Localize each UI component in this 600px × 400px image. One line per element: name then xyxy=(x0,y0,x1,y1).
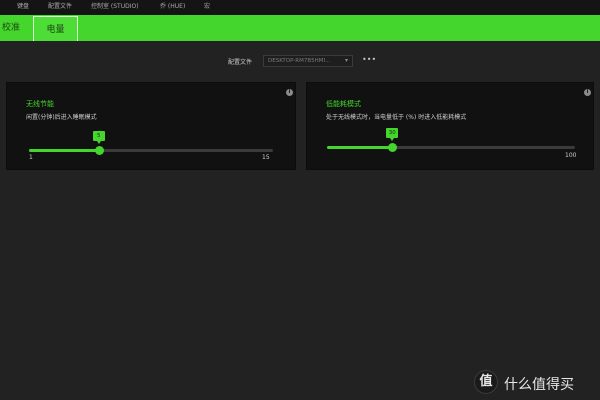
tab-power[interactable]: 电量 xyxy=(33,16,78,41)
slider-max-label: 100 xyxy=(565,152,577,159)
nav-item-studio[interactable]: 控制室 (STUDIO) xyxy=(91,2,139,12)
more-options-button[interactable]: ••• xyxy=(362,56,376,64)
chevron-down-icon: ▾ xyxy=(344,57,348,64)
tab-calibration[interactable]: 校准 xyxy=(0,15,30,41)
wireless-power-saving-card: 无线节能 闲置(分钟)后进入睡眠模式 i 5 1 15 xyxy=(6,82,296,170)
nav-item-macro[interactable]: 宏 xyxy=(204,2,210,12)
low-power-threshold-slider[interactable]: 30 xyxy=(327,128,575,152)
slider-max-label: 15 xyxy=(262,154,270,161)
profile-select-value: DESKTOP-RM7B5HMI... xyxy=(268,58,331,64)
profile-select[interactable]: DESKTOP-RM7B5HMI... ▾ xyxy=(263,55,353,67)
info-icon[interactable]: i xyxy=(286,89,293,96)
sleep-timeout-slider[interactable]: 5 xyxy=(29,131,273,155)
slider-min-label: 1 xyxy=(29,154,33,161)
slider-fill xyxy=(29,149,99,152)
nav-item-keyboard[interactable]: 键盘 xyxy=(17,2,29,12)
slider-thumb[interactable] xyxy=(94,146,104,155)
watermark-text: 什么值得买 xyxy=(504,377,574,393)
top-navigation: 键盘 配置文件 控制室 (STUDIO) 乔 (HUE) 宏 xyxy=(0,0,600,15)
sub-tab-bar: 校准 电量 xyxy=(0,15,600,41)
slider-value-bubble: 5 xyxy=(92,131,105,144)
slider-thumb[interactable] xyxy=(388,143,398,152)
slider-value-bubble: 30 xyxy=(386,128,399,141)
profile-label: 配置文件 xyxy=(228,59,253,66)
card-description: 处于无线模式时，当电量低于 (%) 时进入低能耗模式 xyxy=(326,114,467,121)
info-icon[interactable]: i xyxy=(584,89,591,96)
profile-row: 配置文件 DESKTOP-RM7B5HMI... ▾ ••• xyxy=(0,55,600,69)
nav-item-hue[interactable]: 乔 (HUE) xyxy=(160,2,185,12)
card-title: 无线节能 xyxy=(26,100,54,108)
card-description: 闲置(分钟)后进入睡眠模式 xyxy=(26,114,97,121)
card-title: 低能耗模式 xyxy=(326,100,361,108)
watermark-logo: 值 xyxy=(474,370,498,394)
slider-fill xyxy=(327,146,393,149)
nav-item-profiles[interactable]: 配置文件 xyxy=(48,2,72,12)
watermark: 值 什么值得买 xyxy=(474,370,594,394)
low-power-mode-card: 低能耗模式 处于无线模式时，当电量低于 (%) 时进入低能耗模式 i 30 10… xyxy=(306,82,594,170)
